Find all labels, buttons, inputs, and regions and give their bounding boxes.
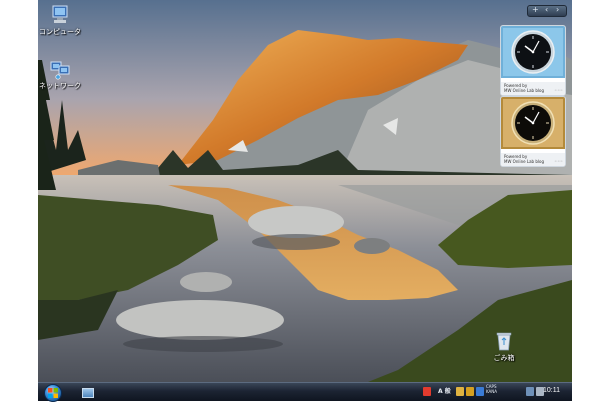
wallpaper-image	[38, 0, 572, 382]
sidebar-controls: + ‹ ›	[527, 5, 567, 17]
taskbar-clock[interactable]: 10:11	[543, 387, 560, 394]
show-desktop-icon[interactable]	[82, 388, 94, 398]
gadget-caption-text: Powered by MW Online Lab blog	[504, 83, 544, 93]
desktop[interactable]: コンピュータ ネットワーク ごみ箱 + ‹ › Powered by MW On…	[38, 0, 572, 382]
gadget-caption: Powered by MW Online Lab blog ◦◦◦	[501, 82, 565, 95]
folder-icon[interactable]	[456, 387, 464, 396]
clock-face	[501, 26, 565, 78]
alert-icon[interactable]	[423, 387, 431, 396]
chevron-right-icon[interactable]: ›	[556, 5, 559, 14]
tool-icon[interactable]	[466, 387, 474, 396]
desktop-icon-network[interactable]: ネットワーク	[38, 58, 90, 91]
start-button[interactable]	[44, 384, 62, 402]
desktop-icon-recycle-bin[interactable]: ごみ箱	[474, 330, 534, 363]
chevron-left-icon[interactable]: ‹	[545, 5, 548, 14]
recycle-bin-icon	[496, 332, 512, 351]
clock-gadget-gold[interactable]: Powered by MW Online Lab blog ◦◦◦	[500, 96, 566, 167]
clock-gadget-blue[interactable]: Powered by MW Online Lab blog ◦◦◦	[500, 25, 566, 96]
desktop-icon-computer[interactable]: コンピュータ	[38, 4, 90, 37]
help-icon[interactable]	[476, 387, 484, 396]
network-status-icon[interactable]	[526, 387, 534, 396]
desktop-icon-label: コンピュータ	[39, 28, 81, 36]
gadget-options-icon[interactable]: ◦◦◦	[554, 160, 563, 165]
clock-face	[501, 97, 565, 149]
add-gadget-icon[interactable]: +	[532, 5, 539, 14]
windows-logo-icon	[48, 388, 58, 398]
gadget-options-icon[interactable]: ◦◦◦	[554, 89, 563, 94]
desktop-icon-label: ネットワーク	[39, 82, 81, 90]
desktop-icon-label: ごみ箱	[493, 354, 515, 362]
network-icon	[50, 61, 70, 80]
gadget-caption: Powered by MW Online Lab blog ◦◦◦	[501, 153, 565, 166]
ime-indicator[interactable]: A 般	[438, 386, 451, 395]
taskbar: A 般 CAPS KANA 10:11	[38, 382, 572, 402]
caps-kana-indicator: CAPS KANA	[486, 384, 498, 394]
computer-icon	[52, 5, 68, 23]
gadget-caption-text: Powered by MW Online Lab blog	[504, 154, 544, 164]
